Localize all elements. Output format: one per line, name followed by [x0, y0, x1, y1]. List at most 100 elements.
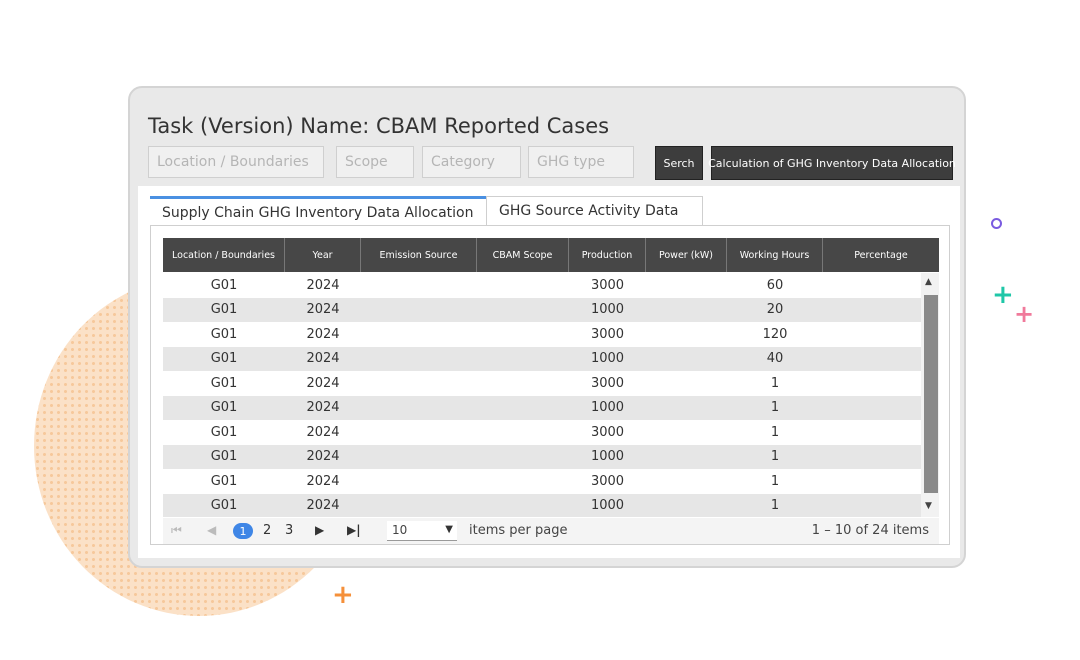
location-filter-input[interactable]: Location / Boundaries [148, 146, 324, 178]
pagination-bar: ⏮ ◀ 1 2 3 ▶ ▶| 10 ▼ items per page 1 – 1… [163, 518, 939, 544]
scroll-down-icon[interactable]: ▼ [925, 501, 932, 511]
app-window: Task (Version) Name: CBAM Reported Cases… [128, 86, 966, 568]
cell-production: 1000 [590, 400, 625, 416]
column-header-percentage[interactable]: Percentage [823, 238, 939, 272]
cell-location: G01 [210, 473, 238, 489]
table-row[interactable]: G01 2024 1000 1 [163, 493, 921, 518]
table-scrollbar[interactable]: ▲ ▼ [921, 273, 939, 517]
calculate-allocation-button[interactable]: Calculation of GHG Inventory Data Alloca… [708, 146, 956, 180]
cell-production: 1000 [590, 302, 625, 318]
cell-working-hours: 1 [770, 375, 780, 391]
cell-percentage [823, 322, 921, 347]
tab-content: Location / Boundaries Year Emission Sour… [150, 225, 950, 545]
cell-power [646, 469, 727, 494]
first-page-icon[interactable]: ⏮ [171, 523, 182, 538]
cell-emission-source [361, 298, 477, 323]
tab-ghg-source-activity[interactable]: GHG Source Activity Data [486, 196, 703, 226]
decorative-plus-icon-pink: + [1014, 300, 1035, 328]
cell-emission-source [361, 273, 477, 298]
chevron-down-icon: ▼ [445, 524, 453, 535]
cell-production: 3000 [590, 473, 625, 489]
cell-percentage [823, 347, 921, 372]
cell-percentage [823, 273, 921, 298]
pagination-range: 1 – 10 of 24 items [811, 523, 929, 538]
cell-location: G01 [210, 424, 238, 440]
column-header-emission-source[interactable]: Emission Source [361, 238, 477, 272]
cell-year: 2024 [306, 326, 340, 342]
table-row[interactable]: G01 2024 1000 1 [163, 444, 921, 470]
column-header-production[interactable]: Production [569, 238, 646, 272]
page-button-current[interactable]: 1 [233, 523, 253, 539]
cell-emission-source [361, 420, 477, 445]
per-page-select[interactable]: 10 ▼ [387, 521, 457, 541]
scrollbar-thumb[interactable] [924, 295, 938, 493]
page-button-2[interactable]: 2 [263, 523, 271, 538]
cell-percentage [823, 420, 921, 445]
table-row[interactable]: G01 2024 1000 1 [163, 395, 921, 421]
column-header-location[interactable]: Location / Boundaries [163, 238, 285, 272]
cell-emission-source [361, 371, 477, 396]
cell-cbam-scope [477, 273, 569, 298]
decorative-plus-icon-orange: + [332, 580, 354, 610]
cell-percentage [823, 396, 921, 421]
cell-emission-source [361, 494, 477, 518]
cell-power [646, 298, 727, 323]
last-page-icon[interactable]: ▶| [347, 523, 361, 537]
cell-production: 3000 [590, 326, 625, 342]
cell-cbam-scope [477, 347, 569, 372]
cell-working-hours: 1 [770, 498, 780, 514]
next-page-icon[interactable]: ▶ [315, 523, 324, 537]
cell-power [646, 494, 727, 518]
cell-cbam-scope [477, 494, 569, 518]
cell-production: 3000 [590, 277, 625, 293]
column-header-working-hours[interactable]: Working Hours [727, 238, 823, 272]
cell-year: 2024 [306, 473, 340, 489]
cell-cbam-scope [477, 298, 569, 323]
column-header-cbam-scope[interactable]: CBAM Scope [477, 238, 569, 272]
column-header-year[interactable]: Year [285, 238, 361, 272]
cell-year: 2024 [306, 498, 340, 514]
table-row[interactable]: G01 2024 3000 1 [163, 469, 921, 494]
column-header-power[interactable]: Power (kW) [646, 238, 727, 272]
cell-power [646, 445, 727, 470]
cell-year: 2024 [306, 277, 340, 293]
cell-percentage [823, 371, 921, 396]
table-row[interactable]: G01 2024 3000 120 [163, 322, 921, 347]
scope-filter-input[interactable]: Scope [336, 146, 414, 178]
cell-working-hours: 60 [766, 277, 784, 293]
cell-working-hours: 1 [770, 424, 780, 440]
page-button-3[interactable]: 3 [285, 523, 293, 538]
cell-emission-source [361, 469, 477, 494]
table-row[interactable]: G01 2024 1000 20 [163, 297, 921, 323]
scroll-up-icon[interactable]: ▲ [925, 277, 932, 287]
cell-production: 1000 [590, 449, 625, 465]
cell-location: G01 [210, 449, 238, 465]
table-row[interactable]: G01 2024 3000 1 [163, 420, 921, 445]
table-row[interactable]: G01 2024 3000 60 [163, 273, 921, 298]
cell-cbam-scope [477, 322, 569, 347]
cell-power [646, 396, 727, 421]
per-page-value: 10 [392, 523, 408, 537]
tab-supply-chain-allocation[interactable]: Supply Chain GHG Inventory Data Allocati… [150, 196, 486, 226]
cell-production: 3000 [590, 375, 625, 391]
cell-working-hours: 1 [770, 449, 780, 465]
cell-location: G01 [210, 326, 238, 342]
cell-working-hours: 40 [766, 351, 784, 367]
cell-power [646, 273, 727, 298]
prev-page-icon[interactable]: ◀ [207, 523, 216, 537]
cell-power [646, 420, 727, 445]
cell-production: 1000 [590, 351, 625, 367]
table-row[interactable]: G01 2024 1000 40 [163, 346, 921, 372]
cell-working-hours: 20 [766, 302, 784, 318]
cell-location: G01 [210, 351, 238, 367]
table-row[interactable]: G01 2024 3000 1 [163, 371, 921, 396]
cell-power [646, 347, 727, 372]
cell-production: 1000 [590, 498, 625, 514]
search-button[interactable]: Serch [655, 146, 703, 180]
cell-year: 2024 [306, 375, 340, 391]
cell-percentage [823, 298, 921, 323]
ghg-type-filter-input[interactable]: GHG type [528, 146, 634, 178]
cell-percentage [823, 445, 921, 470]
category-filter-input[interactable]: Category [422, 146, 521, 178]
cell-cbam-scope [477, 469, 569, 494]
